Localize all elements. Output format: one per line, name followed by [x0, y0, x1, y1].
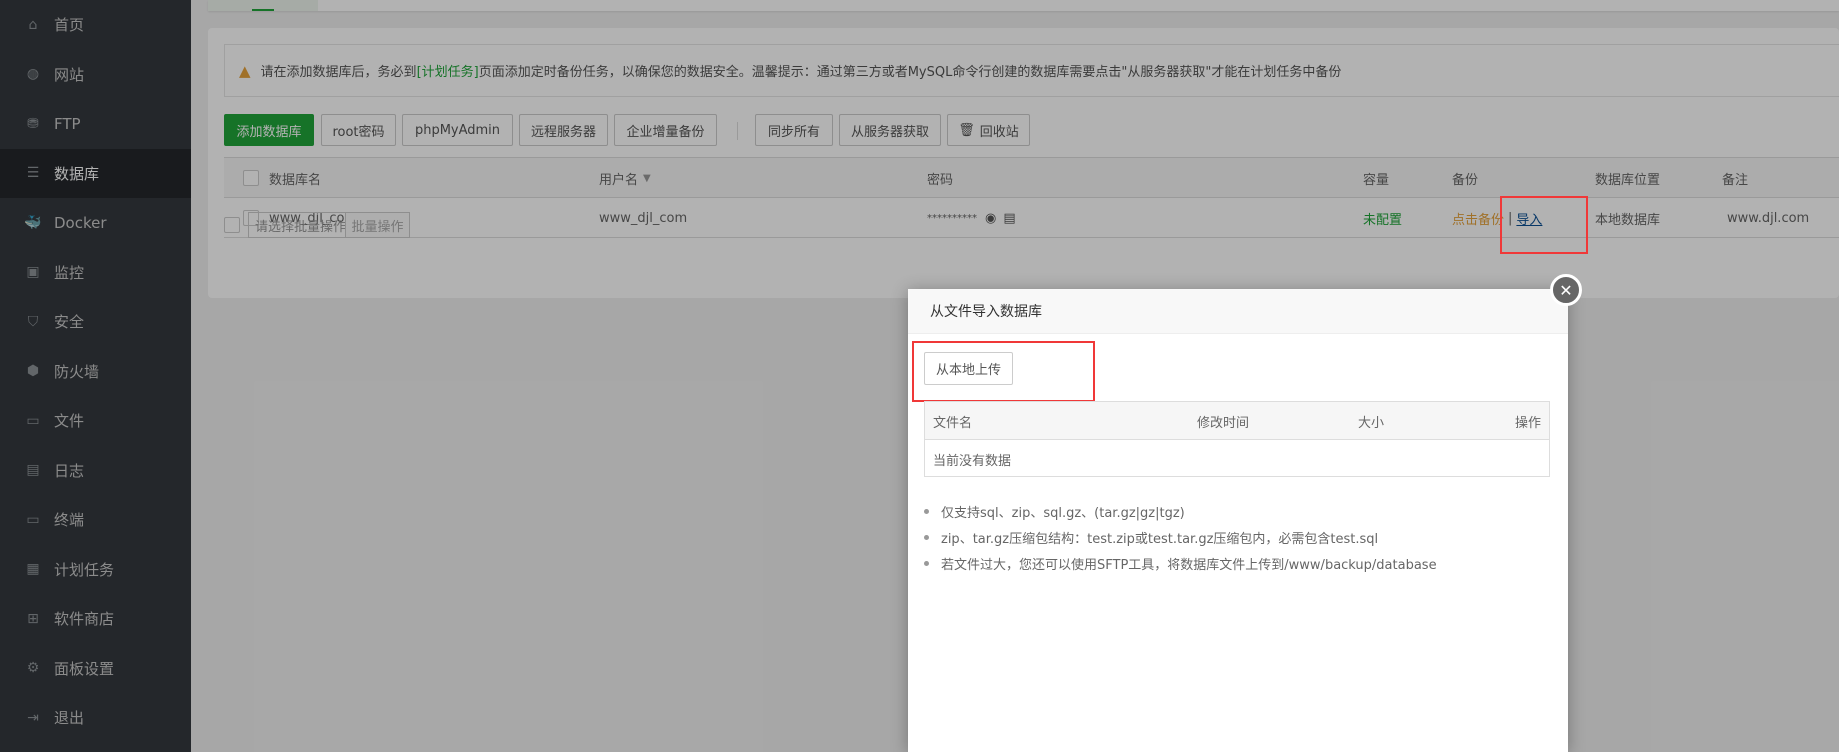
close-icon[interactable]: ✕	[1550, 274, 1582, 306]
import-modal: 从文件导入数据库 从本地上传 文件名 修改时间 大小 操作 当前没有数据 仅支持…	[908, 289, 1568, 752]
modal-title: 从文件导入数据库	[908, 289, 1568, 334]
tips-list: 仅支持sql、zip、sql.gz、(tar.gz|gz|tgz) zip、ta…	[924, 498, 1437, 576]
empty-message: 当前没有数据	[933, 453, 1012, 469]
highlight-import	[1500, 196, 1588, 254]
col-size: 大小	[1358, 415, 1385, 431]
tip: zip、tar.gz压缩包结构：test.zip或test.tar.gz压缩包内…	[924, 524, 1437, 550]
col-mtime: 修改时间	[1197, 415, 1250, 431]
col-op: 操作	[1514, 415, 1541, 431]
tip: 若文件过大，您还可以使用SFTP工具，将数据库文件上传到/www/backup/…	[924, 550, 1437, 576]
file-table: 文件名 修改时间 大小 操作 当前没有数据	[924, 401, 1550, 477]
highlight-upload	[912, 341, 1095, 402]
file-table-header: 文件名 修改时间 大小 操作	[925, 402, 1549, 440]
tip: 仅支持sql、zip、sql.gz、(tar.gz|gz|tgz)	[924, 498, 1437, 524]
col-file: 文件名	[933, 415, 973, 431]
